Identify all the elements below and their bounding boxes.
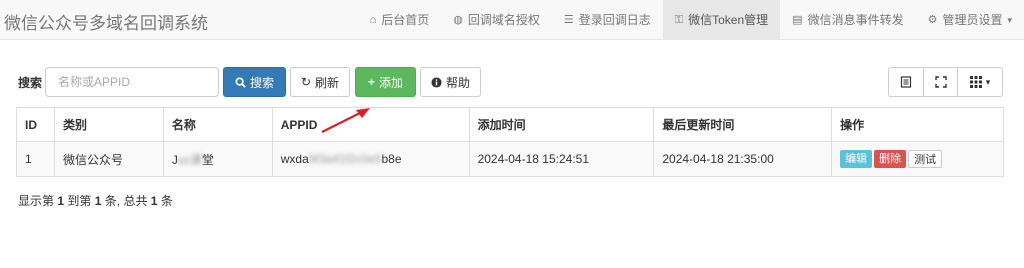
- search-button-label: 搜索: [249, 75, 274, 90]
- fullscreen-icon: [934, 76, 947, 88]
- pagination-from: 1: [57, 194, 65, 208]
- cell-id: 1: [16, 141, 55, 177]
- list-alt-icon: ▤: [792, 14, 803, 26]
- column-header-updated-time[interactable]: 最后更新时间: [653, 107, 833, 142]
- cell-category: 微信公众号: [53, 141, 164, 177]
- table-header-row: ID 类别 名称 APPID 添加时间 最后更新时间 操作: [16, 107, 1004, 142]
- pagination-text: 到第: [67, 194, 92, 208]
- pagination-info: 显示第 1 到第 1 条, 总共 1 条: [18, 192, 173, 209]
- nav-item-label: 回调域名授权: [467, 13, 540, 27]
- search-icon: [235, 76, 246, 88]
- column-header-category[interactable]: 类别: [53, 107, 164, 142]
- appid-redacted: 9f3a41f2c0e5: [308, 152, 382, 166]
- pagination-text: 条, 总共: [104, 194, 148, 208]
- nav-item-event-forward[interactable]: ▤ 微信消息事件转发: [780, 0, 915, 40]
- main-nav: ⌂ 后台首页 ◍ 回调域名授权 ☰ 登录回调日志 ⚿ 微信Token管理 ▤ 微…: [358, 0, 1024, 40]
- fullscreen-button[interactable]: [923, 67, 958, 97]
- annotation-arrow-icon: [321, 108, 370, 133]
- search-label: 搜索: [18, 76, 43, 90]
- appid-prefix: wxda: [280, 152, 309, 166]
- add-button[interactable]: + 添加: [355, 67, 416, 97]
- globe-icon: ◍: [453, 14, 463, 26]
- refresh-button[interactable]: ↻ 刷新: [290, 67, 350, 97]
- name-suffix: 堂: [201, 152, 214, 167]
- brand-title[interactable]: 微信公众号多域名回调系统: [4, 9, 208, 34]
- caret-down-icon: ▾: [985, 76, 991, 87]
- nav-item-label: 管理员设置: [942, 13, 1003, 27]
- list-view-icon: [900, 76, 912, 88]
- test-button[interactable]: 测试: [908, 150, 943, 168]
- info-icon: [431, 76, 442, 88]
- cell-added-time: 2024-04-18 15:24:51: [468, 141, 655, 177]
- nav-item-label: 微信消息事件转发: [807, 13, 904, 27]
- cell-actions: 编辑 删除 测试: [831, 141, 1004, 177]
- navbar: 微信公众号多域名回调系统 ⌂ 后台首页 ◍ 回调域名授权 ☰ 登录回调日志 ⚿ …: [0, 0, 1024, 40]
- token-table: ID 类别 名称 APPID 添加时间 最后更新时间 操作 1 微信公众号 Jx…: [16, 107, 1004, 177]
- nav-item-label: 微信Token管理: [688, 13, 769, 27]
- cell-updated-time: 2024-04-18 21:35:00: [653, 141, 833, 177]
- pagination-total: 1: [150, 194, 158, 208]
- key-icon: ⚿: [674, 14, 684, 26]
- nav-item-home[interactable]: ⌂ 后台首页: [358, 0, 442, 40]
- nav-item-label: 后台首页: [381, 13, 430, 27]
- cell-appid: wxda9f3a41f2c0e5b8e: [271, 141, 470, 177]
- pagination-text: 显示第: [18, 194, 55, 208]
- nav-item-login-log[interactable]: ☰ 登录回调日志: [552, 0, 663, 40]
- delete-button[interactable]: 删除: [874, 150, 907, 168]
- cog-icon: ⚙: [927, 14, 938, 26]
- column-header-id[interactable]: ID: [16, 107, 55, 142]
- add-button-label: 添加: [379, 75, 404, 90]
- grid-icon: [969, 76, 982, 88]
- column-header-added-time[interactable]: 添加时间: [468, 107, 655, 142]
- name-redacted: xx课: [177, 152, 202, 167]
- column-header-name[interactable]: 名称: [162, 107, 273, 142]
- search-input[interactable]: [45, 67, 219, 97]
- cell-name: Jxx课堂: [162, 141, 273, 177]
- plus-icon: +: [367, 75, 375, 89]
- pagination-text: 条: [160, 194, 173, 208]
- toggle-view-button[interactable]: [888, 67, 924, 97]
- refresh-button-label: 刷新: [315, 75, 340, 90]
- home-icon: ⌂: [369, 14, 377, 26]
- help-button[interactable]: 帮助: [420, 67, 481, 97]
- pagination-to: 1: [94, 194, 102, 208]
- search-button[interactable]: 搜索: [223, 67, 286, 97]
- columns-button[interactable]: ▾: [957, 67, 1003, 97]
- edit-button[interactable]: 编辑: [840, 150, 873, 168]
- column-header-actions: 操作: [831, 107, 1004, 142]
- nav-item-token-manage[interactable]: ⚿ 微信Token管理: [662, 0, 781, 40]
- help-button-label: 帮助: [445, 75, 470, 90]
- nav-item-admin-settings[interactable]: ⚙ 管理员设置 ▾: [916, 0, 1024, 40]
- nav-item-label: 登录回调日志: [578, 13, 651, 27]
- caret-down-icon: ▾: [1007, 15, 1012, 25]
- appid-suffix: b8e: [381, 152, 402, 166]
- table-row: 1 微信公众号 Jxx课堂 wxda9f3a41f2c0e5b8e 2024-0…: [16, 141, 1004, 177]
- refresh-icon: ↻: [300, 75, 312, 89]
- nav-item-domain-auth[interactable]: ◍ 回调域名授权: [441, 0, 552, 40]
- list-icon: ☰: [563, 14, 574, 26]
